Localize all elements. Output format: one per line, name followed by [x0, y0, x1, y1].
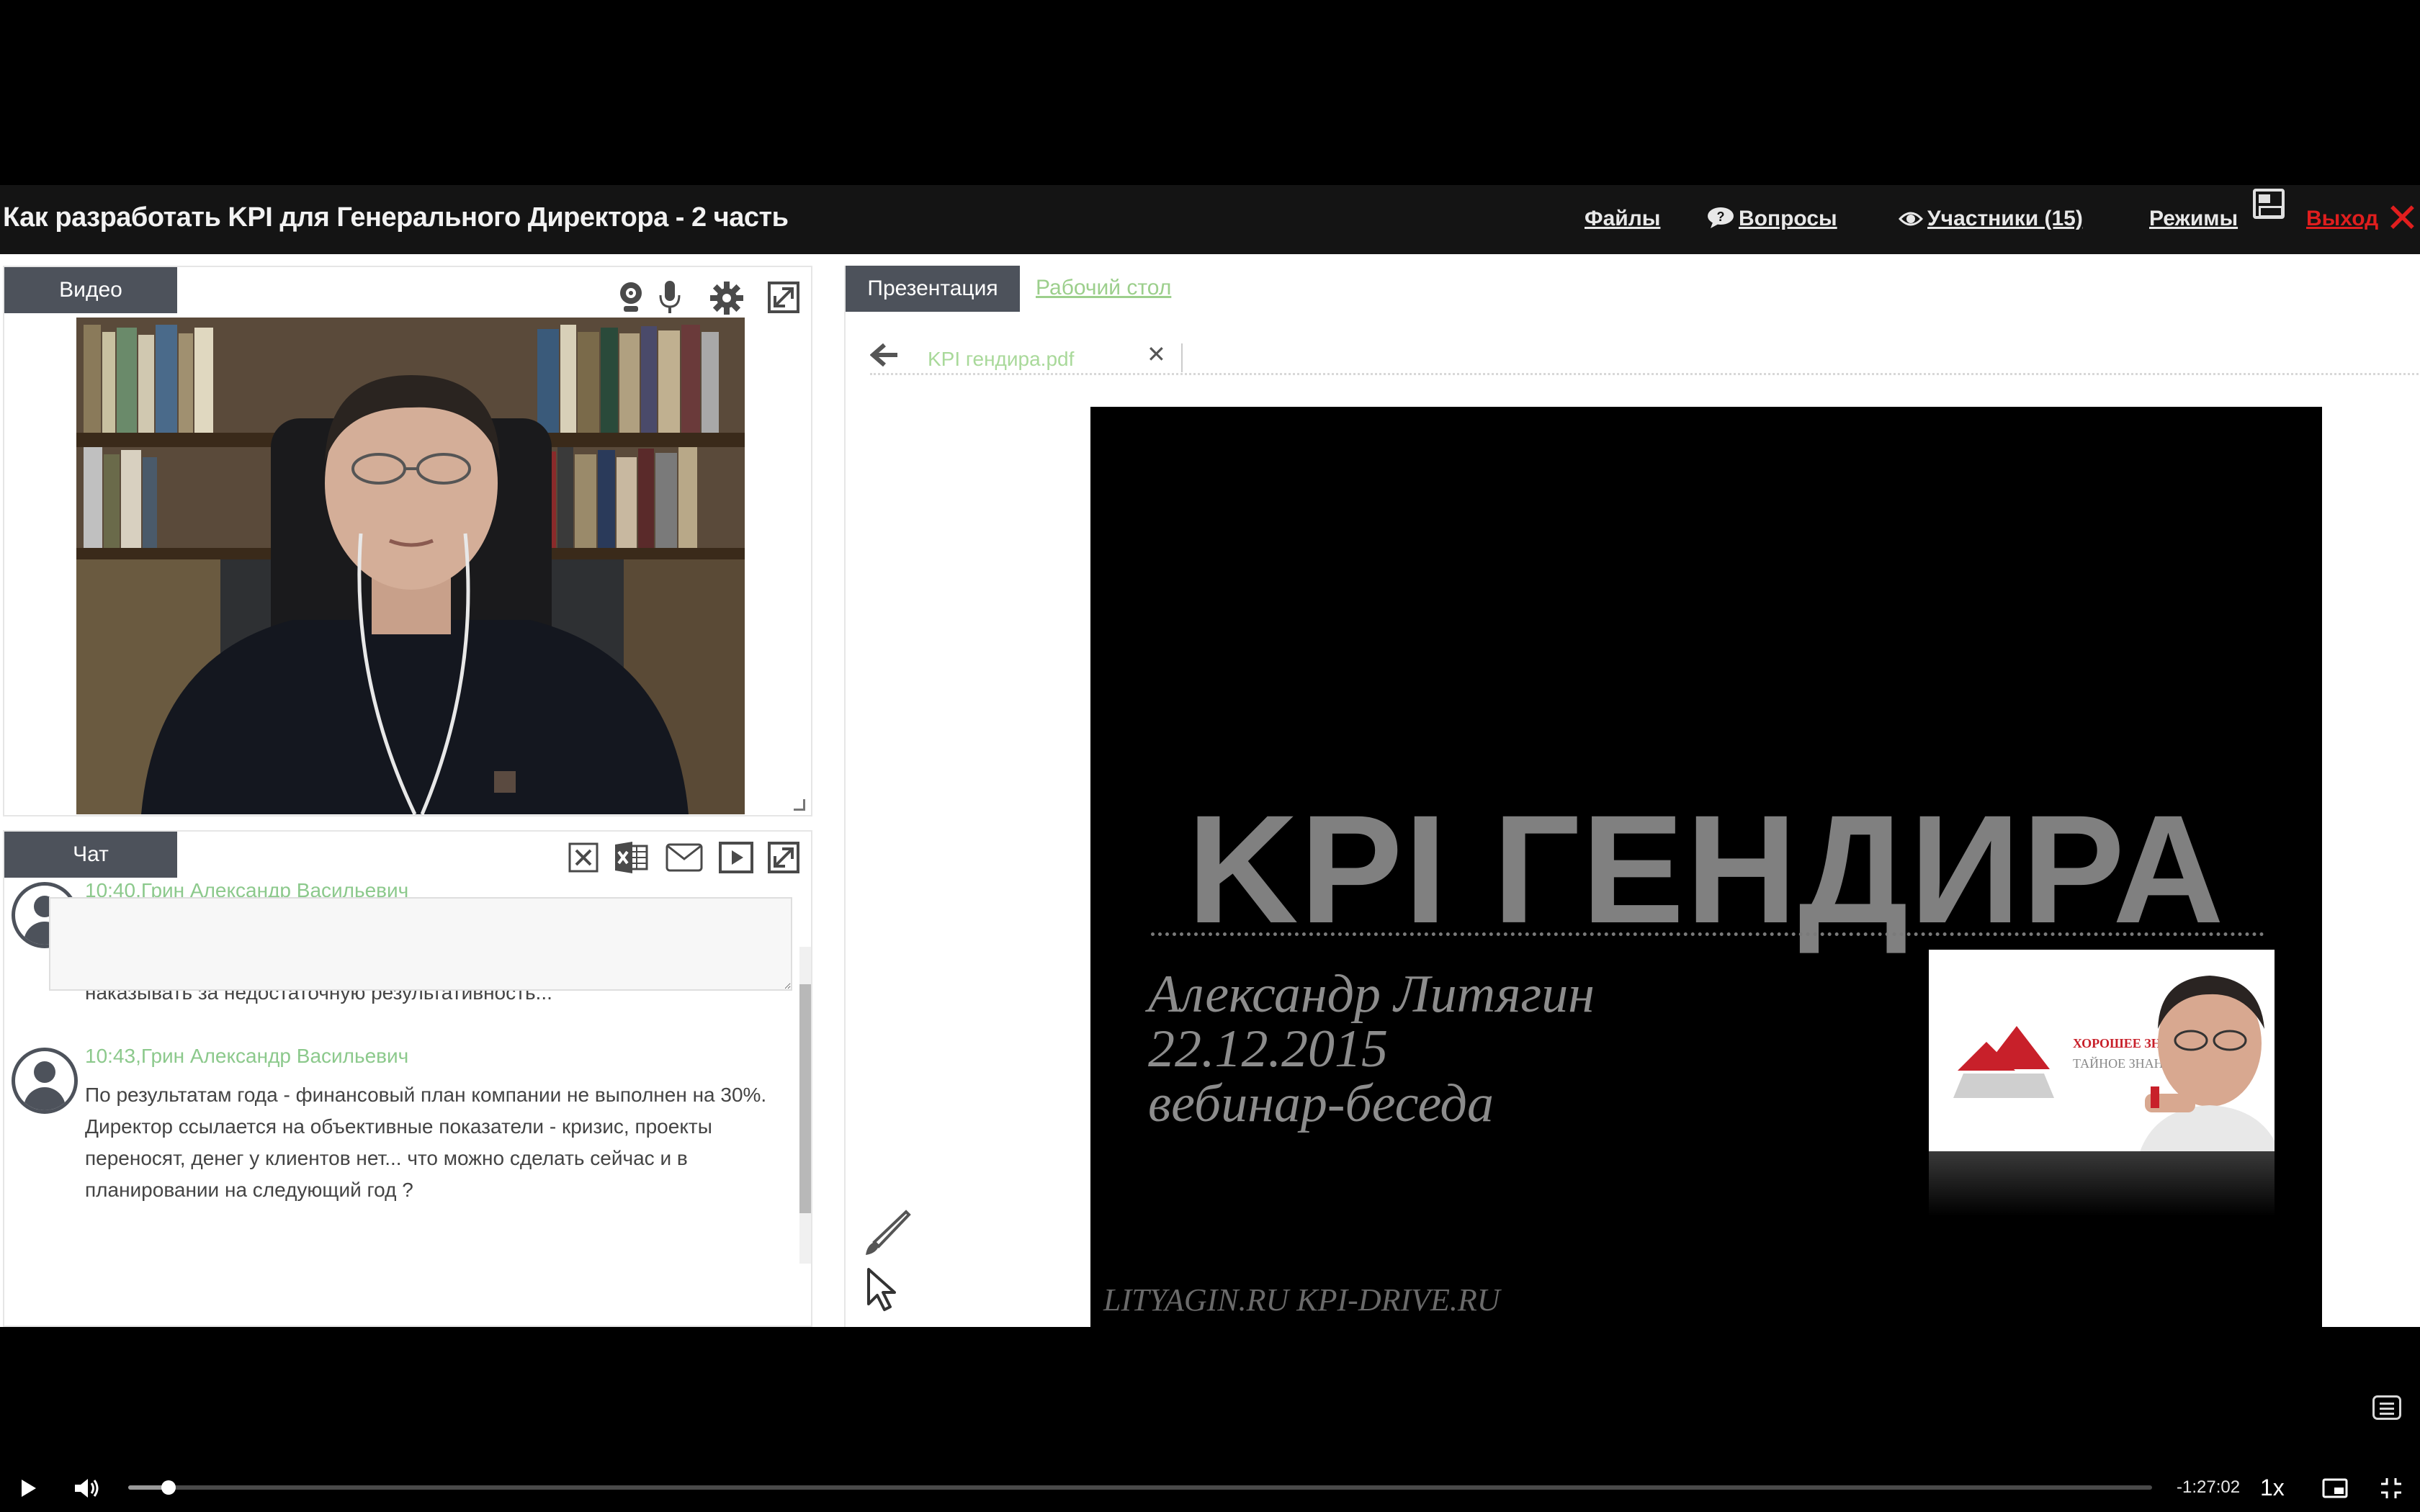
video-stream [76, 318, 745, 814]
picture-in-picture-icon[interactable] [2321, 1464, 2349, 1512]
layout-icon[interactable] [2253, 189, 2285, 219]
message-meta: 10:43,Грин Александр Васильевич [85, 1045, 409, 1067]
eye-icon [1898, 210, 1924, 234]
logo-mountain-icon [1958, 1042, 2015, 1071]
slide-footer: LITYAGIN.RU KPI-DRIVE.RU [1103, 1282, 1500, 1318]
expand-icon[interactable] [768, 842, 799, 873]
question-bubble-icon: ? [1707, 207, 1734, 234]
presenter-photo [2140, 976, 2275, 1151]
nav-participants-label: Участники (15) [1927, 207, 2083, 230]
expand-icon[interactable] [768, 282, 799, 313]
slide-subtitle: вебинар-беседа [1148, 1074, 1494, 1133]
presentation-slide: KPI ГЕНДИРА Александр Литягин 22.12.2015… [1090, 407, 2322, 1330]
back-arrow-icon[interactable] [869, 342, 899, 374]
file-tab-bar: KPI гендира.pdf ✕ [869, 338, 2419, 375]
slide-divider [1151, 932, 2264, 936]
slide-promo-image: ХОРОШЕЕ ЗНАНИЕ ТАЙНОЕ ЗНАНИЕ [1929, 950, 2275, 1151]
email-icon[interactable] [666, 843, 703, 872]
file-name[interactable]: KPI гендира.pdf [928, 348, 1074, 371]
webinar-room: Видео Чат 10:40,Грин Александр Васильеви… [0, 254, 2420, 1330]
exit-fullscreen-icon[interactable] [2377, 1464, 2406, 1512]
player-controls: -1:27:02 1x [0, 1464, 2420, 1512]
webcam-icon[interactable] [617, 280, 645, 315]
resize-handle[interactable] [794, 799, 805, 811]
nav-exit[interactable]: Выход [2306, 207, 2378, 231]
promo-reflection [1929, 1151, 2275, 1216]
video-panel: Видео [3, 266, 812, 816]
message-text: По результатам года - финансовый план ко… [85, 1084, 767, 1201]
logo-base [1953, 1074, 2054, 1098]
playback-speed-button[interactable]: 1x [2260, 1475, 2285, 1501]
time-remaining: -1:27:02 [2177, 1477, 2241, 1497]
svg-text:?: ? [1717, 210, 1725, 224]
divider [1181, 343, 1183, 372]
tab-presentation[interactable]: Презентация [846, 266, 1020, 312]
nav-files[interactable]: Файлы [1585, 207, 1660, 231]
cursor-icon[interactable] [866, 1266, 900, 1316]
nav-participants[interactable]: Участники (15) [1898, 207, 2083, 234]
user-avatar-icon [12, 1048, 78, 1114]
clear-chat-icon[interactable] [568, 842, 599, 873]
slide-date: 22.12.2015 [1148, 1020, 1388, 1079]
chat-scrollbar-thumb[interactable] [799, 984, 811, 1213]
microphone-icon[interactable] [657, 280, 683, 315]
chat-tab[interactable]: Чат [4, 832, 177, 878]
presentation-panel: Презентация Рабочий стол KPI гендира.pdf… [844, 266, 2420, 1330]
progress-handle[interactable] [161, 1480, 176, 1495]
nav-questions-label: Вопросы [1739, 207, 1837, 230]
settings-icon[interactable] [709, 280, 745, 316]
message-author[interactable]: Грин Александр Васильевич [141, 1045, 408, 1067]
webinar-header: Как разработать KPI для Генерального Дир… [0, 185, 2420, 254]
message-time: 10:43 [85, 1045, 136, 1067]
excel-export-icon[interactable] [614, 842, 648, 873]
play-icon[interactable] [14, 1464, 43, 1512]
volume-icon[interactable] [71, 1464, 102, 1512]
captions-icon[interactable] [2372, 1395, 2401, 1420]
pen-icon[interactable] [861, 1209, 912, 1263]
progress-bar[interactable] [128, 1485, 2152, 1490]
play-icon[interactable] [719, 842, 753, 873]
tab-desktop[interactable]: Рабочий стол [1036, 276, 1171, 300]
chat-input[interactable] [49, 897, 792, 991]
close-file-icon[interactable]: ✕ [1147, 341, 1166, 368]
video-tab[interactable]: Видео [4, 267, 177, 313]
close-icon[interactable]: ✕ [2385, 198, 2419, 238]
slide-author: Александр Литягин [1148, 965, 1595, 1024]
nav-questions[interactable]: ? Вопросы [1707, 207, 1837, 234]
nav-modes[interactable]: Режимы [2149, 207, 2238, 231]
webinar-title: Как разработать KPI для Генерального Дир… [3, 202, 789, 233]
